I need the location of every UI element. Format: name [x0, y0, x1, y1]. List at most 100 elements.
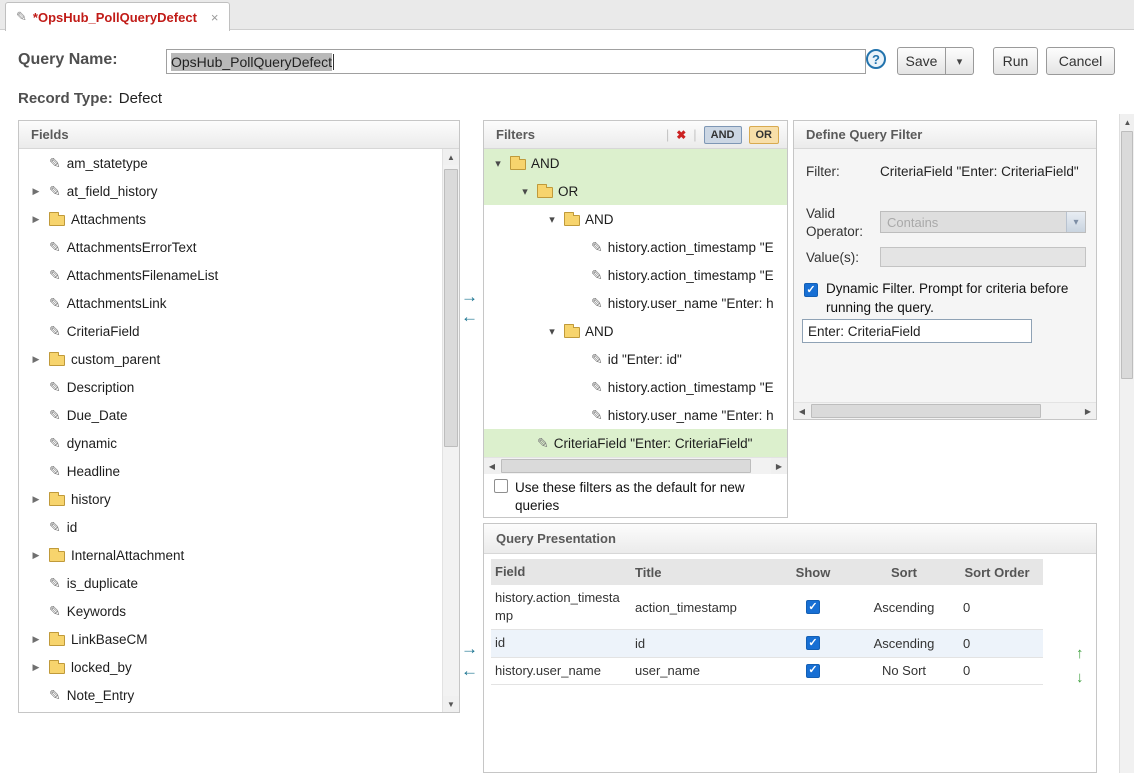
field-item-history[interactable]: ▶history	[19, 485, 442, 513]
scroll-thumb[interactable]	[811, 404, 1041, 418]
cancel-button[interactable]: Cancel	[1046, 47, 1115, 75]
table-row[interactable]: idid✓Ascending0	[491, 630, 1043, 657]
collapse-arrow-icon[interactable]: ▾	[545, 325, 559, 338]
filter-node[interactable]: ▾AND	[484, 317, 787, 345]
remove-field-from-presentation-icon[interactable]: ←	[461, 662, 478, 679]
help-icon[interactable]: ?	[866, 49, 886, 69]
scroll-thumb[interactable]	[501, 459, 751, 473]
field-item-Headline[interactable]: ▶✎Headline	[19, 457, 442, 485]
define-hscrollbar[interactable]: ◀ ▶	[794, 402, 1096, 419]
filter-node[interactable]: ▾AND	[484, 205, 787, 233]
expand-arrow-icon[interactable]: ▶	[29, 662, 43, 673]
query-name-input[interactable]: OpsHub_PollQueryDefect	[166, 49, 866, 74]
tab-opshub-pollquerydefect[interactable]: ✎ *OpsHub_PollQueryDefect ×	[5, 2, 230, 31]
field-item-InternalAttachment[interactable]: ▶InternalAttachment	[19, 541, 442, 569]
field-item-AttachmentsFilenameList[interactable]: ▶✎AttachmentsFilenameList	[19, 261, 442, 289]
presentation-table: FieldTitleShowSortSort Order history.act…	[491, 559, 1043, 685]
field-item-dynamic[interactable]: ▶✎dynamic	[19, 429, 442, 457]
delete-filter-icon[interactable]: ✖	[676, 128, 686, 142]
expand-arrow-icon[interactable]: ▶	[29, 354, 43, 365]
filter-node[interactable]: ▾✎CriteriaField "Enter: CriteriaField"	[484, 429, 787, 457]
field-item-label: Due_Date	[67, 408, 128, 423]
expand-arrow-icon[interactable]: ▶	[29, 634, 43, 645]
add-field-to-filter-icon[interactable]: →	[461, 288, 478, 305]
field-item-AttachmentsLink[interactable]: ▶✎AttachmentsLink	[19, 289, 442, 317]
field-item-Notes_Log[interactable]: ▶✎Notes_Log	[19, 709, 442, 712]
table-row[interactable]: history.user_nameuser_name✓No Sort0	[491, 658, 1043, 685]
cell-sort: No Sort	[857, 658, 951, 684]
field-item-id[interactable]: ▶✎id	[19, 513, 442, 541]
default-filters-checkbox[interactable]	[494, 479, 508, 493]
folder-icon	[510, 159, 526, 170]
and-button[interactable]: AND	[704, 126, 742, 144]
values-input[interactable]	[880, 247, 1086, 267]
cell-show: ✓	[769, 658, 857, 684]
scroll-down-icon[interactable]: ▼	[443, 696, 459, 712]
fields-panel-title: Fields	[31, 127, 69, 142]
save-button[interactable]: Save	[897, 47, 946, 75]
move-row-down-icon[interactable]: ↓	[1076, 670, 1084, 685]
field-item-Due_Date[interactable]: ▶✎Due_Date	[19, 401, 442, 429]
show-checkbox[interactable]: ✓	[806, 600, 820, 614]
field-item-am_statetype[interactable]: ▶✎am_statetype	[19, 149, 442, 177]
dynamic-filter-label: Dynamic Filter. Prompt for criteria befo…	[826, 280, 1088, 318]
field-item-Note_Entry[interactable]: ▶✎Note_Entry	[19, 681, 442, 709]
scroll-thumb[interactable]	[444, 169, 458, 447]
filter-node[interactable]: ▾✎history.user_name "Enter: h	[484, 401, 787, 429]
field-item-is_duplicate[interactable]: ▶✎is_duplicate	[19, 569, 442, 597]
scroll-up-icon[interactable]: ▲	[1120, 114, 1134, 130]
add-field-to-presentation-icon[interactable]: →	[461, 640, 478, 657]
move-row-up-icon[interactable]: ↑	[1076, 646, 1084, 661]
save-dropdown-button[interactable]: ▾	[946, 47, 974, 75]
field-item-Attachments[interactable]: ▶Attachments	[19, 205, 442, 233]
folder-icon	[49, 635, 65, 646]
filter-node[interactable]: ▾✎history.user_name "Enter: h	[484, 289, 787, 317]
run-button[interactable]: Run	[993, 47, 1038, 75]
collapse-arrow-icon[interactable]: ▾	[545, 213, 559, 226]
field-item-LinkBaseCM[interactable]: ▶LinkBaseCM	[19, 625, 442, 653]
show-checkbox[interactable]: ✓	[806, 636, 820, 650]
folder-icon	[537, 187, 553, 198]
filter-node[interactable]: ▾✎history.action_timestamp "E	[484, 261, 787, 289]
scroll-left-icon[interactable]: ◀	[484, 458, 500, 474]
filters-panel: Filters | ✖ | AND OR ▾AND▾OR▾AND▾✎histor…	[483, 120, 788, 518]
query-name-value: OpsHub_PollQueryDefect	[171, 53, 332, 71]
expand-arrow-icon[interactable]: ▶	[29, 186, 43, 197]
field-item-custom_parent[interactable]: ▶custom_parent	[19, 345, 442, 373]
filter-node[interactable]: ▾OR	[484, 177, 787, 205]
tab-close-icon[interactable]: ×	[211, 10, 219, 25]
scroll-up-icon[interactable]: ▲	[443, 149, 459, 165]
expand-arrow-icon[interactable]: ▶	[29, 494, 43, 505]
field-item-Description[interactable]: ▶✎Description	[19, 373, 442, 401]
page-scrollbar[interactable]: ▲	[1119, 114, 1134, 773]
edit-icon: ✎	[16, 9, 27, 25]
scroll-right-icon[interactable]: ▶	[1080, 403, 1096, 419]
pencil-icon: ✎	[49, 295, 61, 312]
field-item-AttachmentsErrorText[interactable]: ▶✎AttachmentsErrorText	[19, 233, 442, 261]
field-item-at_field_history[interactable]: ▶✎at_field_history	[19, 177, 442, 205]
table-row[interactable]: history.action_timestampaction_timestamp…	[491, 585, 1043, 630]
show-checkbox[interactable]: ✓	[806, 664, 820, 678]
criteria-prompt-input[interactable]	[802, 319, 1032, 343]
collapse-arrow-icon[interactable]: ▾	[491, 157, 505, 170]
filters-hscrollbar[interactable]: ◀ ▶	[484, 457, 787, 474]
remove-field-from-filter-icon[interactable]: ←	[461, 308, 478, 325]
field-item-CriteriaField[interactable]: ▶✎CriteriaField	[19, 317, 442, 345]
field-item-locked_by[interactable]: ▶locked_by	[19, 653, 442, 681]
filter-node[interactable]: ▾AND	[484, 149, 787, 177]
expand-arrow-icon[interactable]: ▶	[29, 550, 43, 561]
fields-scrollbar[interactable]: ▲ ▼	[442, 149, 459, 712]
filter-node[interactable]: ▾✎history.action_timestamp "E	[484, 233, 787, 261]
expand-arrow-icon[interactable]: ▶	[29, 214, 43, 225]
scroll-right-icon[interactable]: ▶	[771, 458, 787, 474]
tab-bar: ✎ *OpsHub_PollQueryDefect ×	[0, 0, 1134, 30]
scroll-left-icon[interactable]: ◀	[794, 403, 810, 419]
filter-node[interactable]: ▾✎history.action_timestamp "E	[484, 373, 787, 401]
valid-operator-select[interactable]: Contains ▾	[880, 211, 1086, 233]
field-item-Keywords[interactable]: ▶✎Keywords	[19, 597, 442, 625]
collapse-arrow-icon[interactable]: ▾	[518, 185, 532, 198]
filter-node[interactable]: ▾✎id "Enter: id"	[484, 345, 787, 373]
or-button[interactable]: OR	[749, 126, 780, 144]
dynamic-filter-checkbox[interactable]: ✓	[804, 283, 818, 297]
scroll-thumb[interactable]	[1121, 131, 1133, 379]
